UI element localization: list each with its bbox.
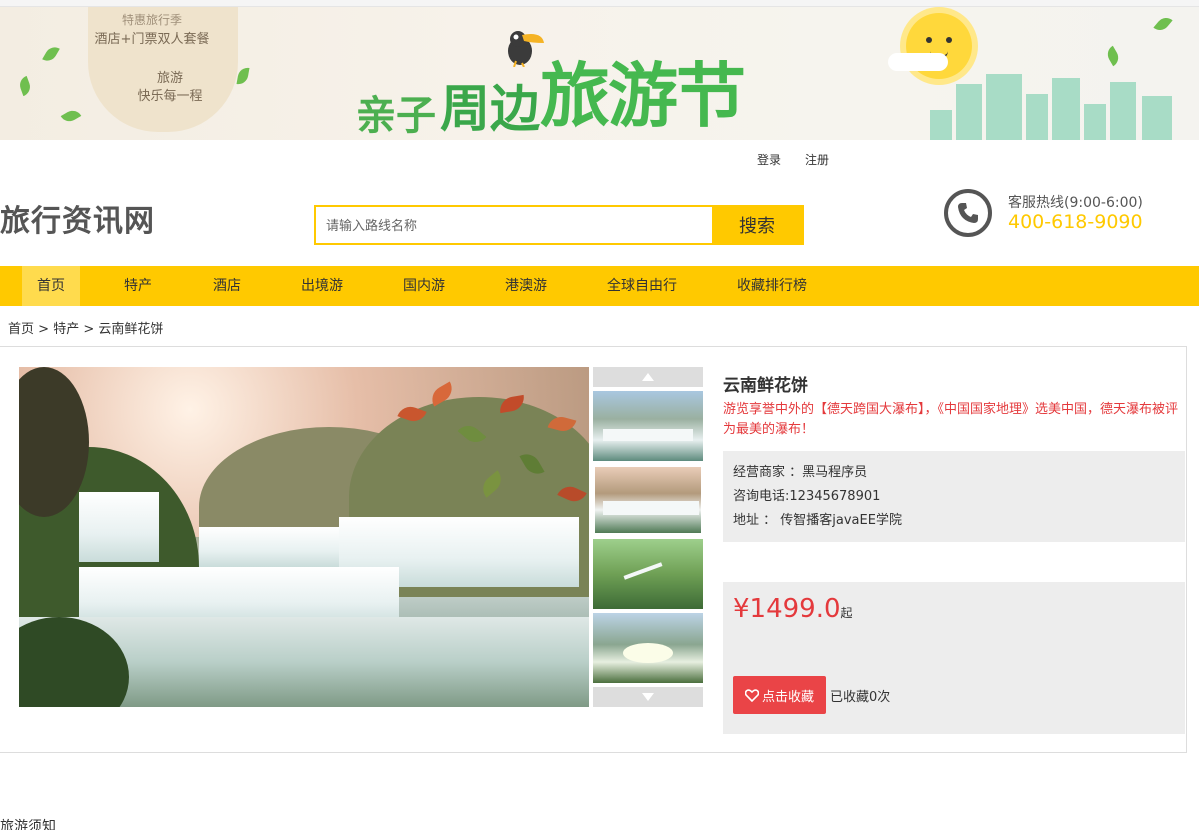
arrow-down-icon[interactable] [593, 687, 703, 707]
hotline-number: 400-618-9090 [1008, 211, 1143, 233]
nav-item-hk-macao[interactable]: 港澳游 [505, 266, 547, 306]
building-decoration [1052, 78, 1080, 140]
top-strip [0, 0, 1199, 7]
product-title: 云南鲜花饼 [723, 376, 808, 396]
auth-links: 登录 注册 [757, 151, 829, 168]
hotline-label: 客服热线(9:00-6:00) [1008, 195, 1143, 211]
banner-badge-subtext: 旅游 快乐每一程 [137, 71, 203, 104]
building-decoration [930, 110, 952, 140]
section-title-notice: 旅游须知 [0, 819, 56, 830]
leaf-decoration [42, 43, 60, 65]
thumbnail-image[interactable] [593, 539, 703, 609]
price-box: ¥1499.0起 点击收藏 已收藏0次 [723, 582, 1185, 734]
nav-item-hotel[interactable]: 酒店 [213, 266, 241, 306]
nav-item-global[interactable]: 全球自由行 [607, 266, 677, 306]
promo-banner[interactable]: 特惠旅行季 酒店+门票双人套餐 旅游 快乐每一程 亲子 周边 旅游节 [0, 7, 1199, 140]
leaf-decoration [236, 66, 250, 86]
thumbnail-image[interactable] [593, 391, 703, 461]
building-decoration [986, 74, 1022, 140]
search-button[interactable]: 搜索 [712, 207, 802, 243]
building-decoration [1084, 104, 1106, 140]
banner-badge-text: 特惠旅行季 酒店+门票双人套餐 [94, 13, 210, 47]
building-decoration [956, 84, 982, 140]
nav-item-domestic[interactable]: 国内游 [403, 266, 445, 306]
register-link[interactable]: 注册 [805, 151, 829, 168]
search-input[interactable] [316, 207, 712, 243]
leaf-decoration [1104, 45, 1122, 67]
login-link[interactable]: 登录 [757, 151, 781, 168]
banner-title: 亲子 周边 旅游节 [356, 55, 746, 139]
phone-icon [944, 189, 992, 237]
arrow-up-icon[interactable] [593, 367, 703, 387]
breadcrumb-home[interactable]: 首页 [8, 322, 34, 337]
thumbnail-image[interactable] [593, 465, 703, 535]
thumbnail-strip [593, 367, 703, 707]
building-decoration [1110, 82, 1136, 140]
nav-item-outbound[interactable]: 出境游 [301, 266, 343, 306]
building-decoration [1026, 94, 1048, 140]
heart-icon [744, 688, 759, 702]
product-description: 游览享誉中外的【德天跨国大瀑布】，《中国国家地理》选美中国，德天瀑布被评为最美的… [723, 402, 1179, 437]
leaf-decoration [60, 107, 82, 125]
product-price: ¥1499.0起 [733, 594, 853, 624]
leaf-decoration [1153, 13, 1173, 35]
favorite-count: 已收藏0次 [830, 690, 891, 705]
merchant-row: 经营商家 ：黑马程序员 [733, 465, 868, 480]
breadcrumb: 首页 > 特产 > 云南鲜花饼 [8, 322, 164, 337]
cloud-decoration [888, 53, 948, 71]
nav-item-ranking[interactable]: 收藏排行榜 [737, 266, 807, 306]
address-row: 地址 ： 传智播客javaEE学院 [733, 513, 902, 528]
nav-item-home[interactable]: 首页 [22, 266, 80, 306]
phone-row: 咨询电话:12345678901 [733, 489, 881, 504]
search-bar: 搜索 [314, 205, 804, 245]
favorite-button[interactable]: 点击收藏 [733, 676, 826, 714]
building-decoration [1142, 96, 1172, 140]
nav-item-specialty[interactable]: 特产 [124, 266, 152, 306]
product-main-image[interactable] [19, 367, 589, 707]
merchant-info: 经营商家 ：黑马程序员 咨询电话:12345678901 地址 ： 传智播客ja… [723, 451, 1185, 542]
thumbnail-image[interactable] [593, 613, 703, 683]
site-logo[interactable]: 旅行资讯网 [0, 196, 155, 240]
breadcrumb-category[interactable]: 特产 [53, 322, 79, 337]
leaf-decoration [17, 75, 33, 97]
breadcrumb-current: 云南鲜花饼 [98, 322, 164, 337]
main-nav: 首页 特产 酒店 出境游 国内游 港澳游 全球自由行 收藏排行榜 [0, 266, 1199, 306]
